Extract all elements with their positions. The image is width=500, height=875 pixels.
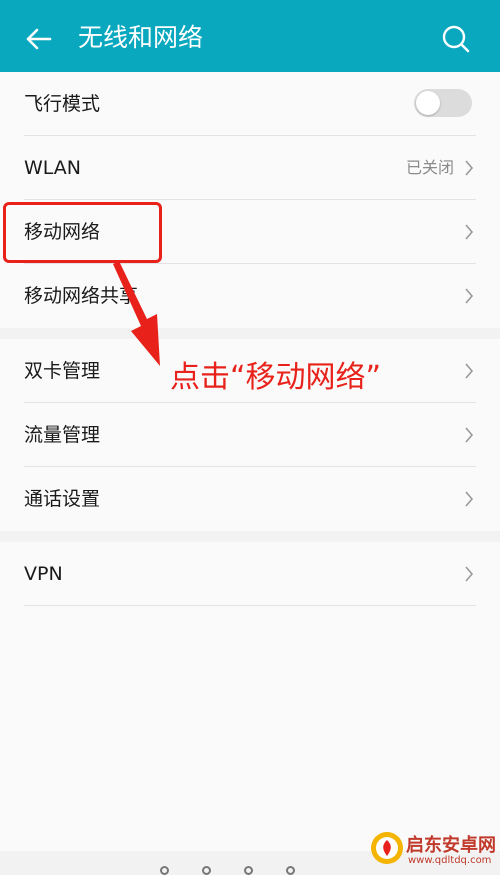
- nav-dot: [202, 866, 211, 875]
- page-title: 无线和网络: [78, 23, 204, 52]
- chevron-right-icon: [465, 491, 474, 507]
- search-button[interactable]: [441, 24, 471, 54]
- watermark-title: 启东安卓网: [406, 835, 496, 856]
- data-usage-label: 流量管理: [24, 424, 101, 446]
- divider: [24, 605, 476, 606]
- search-icon: [442, 25, 470, 53]
- nav-dot: [160, 866, 169, 875]
- airplane-mode-row[interactable]: 飞行模式: [0, 72, 500, 136]
- watermark-url: www.qdltdq.com: [408, 855, 492, 866]
- settings-group-3: VPN: [0, 542, 500, 851]
- call-settings-row[interactable]: 通话设置: [0, 467, 500, 531]
- highlight-box: [3, 202, 162, 263]
- back-button[interactable]: [22, 22, 56, 56]
- settings-group-1: 飞行模式 WLAN 已关闭 移动网络 移动网络共享: [0, 72, 500, 328]
- call-settings-label: 通话设置: [24, 488, 101, 510]
- chevron-right-icon: [465, 160, 474, 176]
- toggle-knob: [416, 91, 440, 115]
- red-arrow-icon: [113, 262, 160, 366]
- nav-dot: [244, 866, 253, 875]
- watermark-logo-icon: [371, 832, 403, 864]
- airplane-mode-toggle[interactable]: [414, 89, 472, 117]
- chevron-right-icon: [465, 363, 474, 379]
- nav-bar-partial: [160, 866, 340, 875]
- wlan-row[interactable]: WLAN 已关闭: [0, 136, 500, 200]
- wlan-status: 已关闭: [405, 158, 454, 177]
- vpn-row[interactable]: VPN: [0, 542, 500, 606]
- chevron-right-icon: [465, 427, 474, 443]
- app-bar: 无线和网络: [0, 0, 500, 72]
- annotation-text: 点击“移动网络”: [170, 360, 382, 395]
- tethering-row[interactable]: 移动网络共享: [0, 264, 500, 328]
- wlan-label: WLAN: [24, 157, 82, 179]
- vpn-label: VPN: [24, 563, 63, 585]
- airplane-mode-label: 飞行模式: [24, 93, 101, 115]
- data-usage-row[interactable]: 流量管理: [0, 403, 500, 467]
- chevron-right-icon: [465, 288, 474, 304]
- arrow-left-icon: [26, 28, 52, 50]
- watermark: 启东安卓网 www.qdltdq.com: [360, 827, 500, 875]
- dual-sim-label: 双卡管理: [24, 360, 101, 382]
- chevron-right-icon: [465, 566, 474, 582]
- chevron-right-icon: [465, 224, 474, 240]
- nav-dot: [286, 866, 295, 875]
